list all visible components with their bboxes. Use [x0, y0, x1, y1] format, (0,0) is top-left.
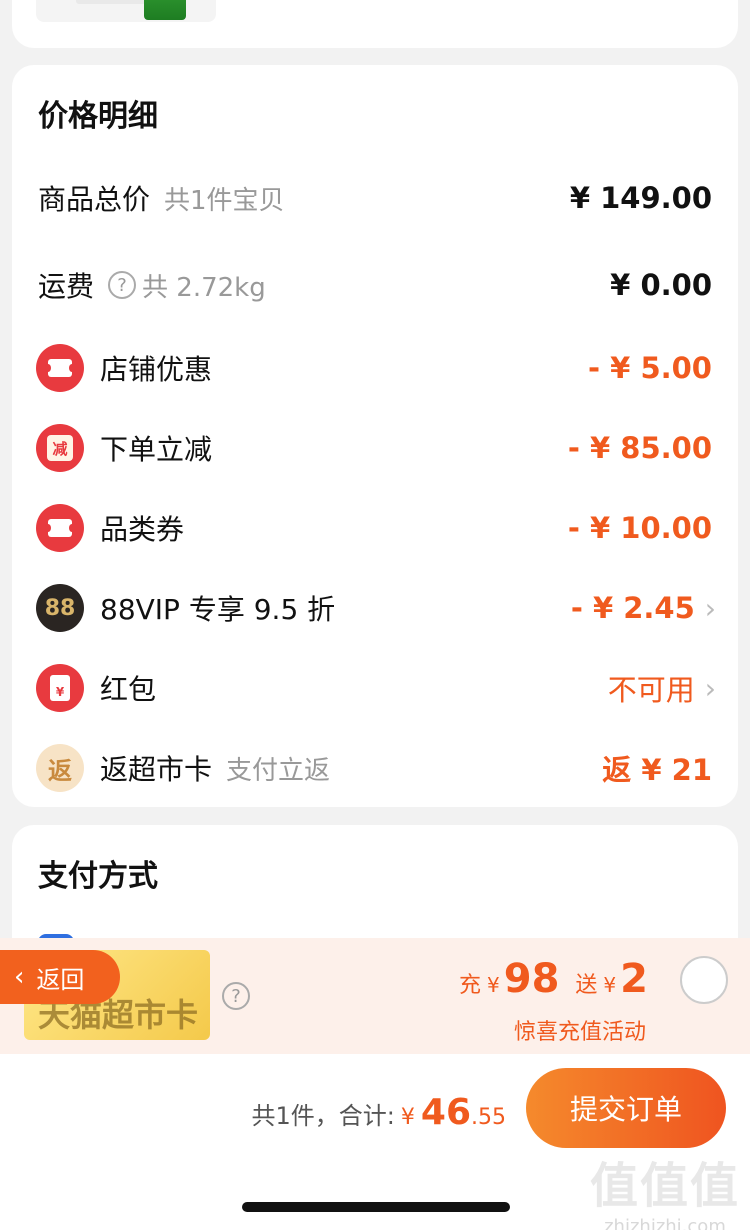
price-detail-card: 价格明细 商品总价 共1件宝贝 ¥ 149.00 运费 ? 共 2.72kg ¥… [12, 65, 738, 807]
discount-label: 品类券 [100, 513, 185, 546]
discount-value: 返 ¥ 21 [602, 753, 712, 787]
checkout-bar: 共1件，合计: ¥ 46 .55 提交订单 值值值 zhizhizhi.com [0, 1054, 750, 1230]
recharge-promo[interactable]: 天猫超市卡 ? 充 ¥ 98 送 ¥ 2 惊喜充值活动 [0, 938, 750, 1054]
help-icon[interactable]: ? [108, 271, 137, 299]
subtotal-row: 商品总价 共1件宝贝 ¥ 149.00 [12, 168, 738, 228]
product-thumbnail[interactable] [36, 0, 216, 22]
product-image-part [144, 0, 186, 20]
charge-amount: 98 [503, 956, 560, 1002]
instant-discount-glyph: 减 [47, 435, 73, 461]
chevron-left-icon: ‹ [14, 962, 25, 992]
discount-row-cashback: 返 返超市卡 支付立返 返 ¥ 21 [12, 738, 738, 798]
discount-row-vip[interactable]: 88 88VIP 专享 9.5 折 - ¥ 2.45 › [12, 578, 738, 638]
price-detail-title: 价格明细 [38, 99, 158, 134]
item-count-text: 共1件，合计: [251, 1102, 395, 1130]
subtotal-label: 商品总价 [38, 183, 151, 216]
discount-row-category: 品类券 - ¥ 10.00 [12, 498, 738, 558]
home-indicator [242, 1202, 510, 1212]
discount-row-shop: 店铺优惠 - ¥ 5.00 [12, 338, 738, 398]
total-integer: 46 [420, 1092, 471, 1133]
discount-value: - ¥ 2.45 [570, 591, 695, 625]
shipping-label: 运费 [38, 270, 95, 303]
discount-value: - ¥ 85.00 [567, 431, 712, 465]
subtotal-value: ¥ 149.00 [569, 181, 712, 215]
vip88-icon: 88 [36, 584, 84, 632]
product-image-part [76, 0, 146, 4]
red-envelope-glyph: ¥ [50, 675, 70, 701]
gift-currency: ¥ [603, 973, 617, 997]
gift-word: 送 [575, 973, 598, 998]
chevron-right-icon: › [704, 671, 716, 705]
gift-amount: 2 [620, 956, 648, 1002]
discount-label: 88VIP 专享 9.5 折 [100, 593, 336, 626]
coupon-icon [36, 504, 84, 552]
discount-label: 红包 [100, 673, 157, 706]
chevron-right-icon: › [704, 591, 716, 625]
discount-row-instant: 减 下单立减 - ¥ 85.00 [12, 418, 738, 478]
promo-subtitle: 惊喜充值活动 [514, 1020, 647, 1045]
discount-value: - ¥ 10.00 [567, 511, 712, 545]
charge-word: 充 [458, 973, 481, 998]
discount-value: - ¥ 5.00 [588, 351, 712, 385]
watermark-site: zhizhizhi.com [604, 1216, 726, 1230]
product-card [12, 0, 738, 48]
total-currency: ¥ [400, 1105, 415, 1130]
shipping-row: 运费 ? 共 2.72kg ¥ 0.00 [12, 255, 738, 315]
discount-label: 店铺优惠 [100, 353, 213, 386]
payment-title: 支付方式 [38, 859, 158, 894]
help-icon[interactable]: ? [222, 982, 250, 1010]
shipping-sub: 共 2.72kg [142, 272, 266, 303]
order-total: 共1件，合计: ¥ 46 .55 [252, 1092, 506, 1133]
charge-currency: ¥ [487, 973, 500, 997]
red-envelope-icon: ¥ [36, 664, 84, 712]
discount-value-wrap[interactable]: - ¥ 2.45 › [571, 591, 716, 625]
discount-sub: 支付立返 [226, 755, 331, 786]
submit-order-button[interactable]: 提交订单 [526, 1068, 726, 1148]
discount-row-red-envelope[interactable]: ¥ 红包 不可用 › [12, 658, 738, 718]
cashback-icon: 返 [36, 744, 84, 792]
watermark-logo: 值值值 [589, 1158, 740, 1214]
promo-radio[interactable] [680, 956, 728, 1004]
discount-value-wrap[interactable]: 不可用 › [608, 667, 716, 709]
recharge-deal: 充 ¥ 98 送 ¥ 2 [453, 956, 658, 1002]
back-label: 返回 [36, 965, 85, 994]
coupon-icon [36, 344, 84, 392]
watermark: 值值值 zhizhizhi.com [590, 1146, 740, 1230]
shipping-value: ¥ 0.00 [610, 268, 712, 302]
discount-label: 下单立减 [100, 433, 213, 466]
discount-value: 不可用 [607, 673, 695, 707]
back-button[interactable]: ‹ 返回 [0, 950, 120, 1004]
discount-label: 返超市卡 [100, 753, 213, 786]
total-decimal: .55 [471, 1105, 506, 1130]
instant-discount-icon: 减 [36, 424, 84, 472]
subtotal-sub: 共1件宝贝 [164, 185, 285, 216]
